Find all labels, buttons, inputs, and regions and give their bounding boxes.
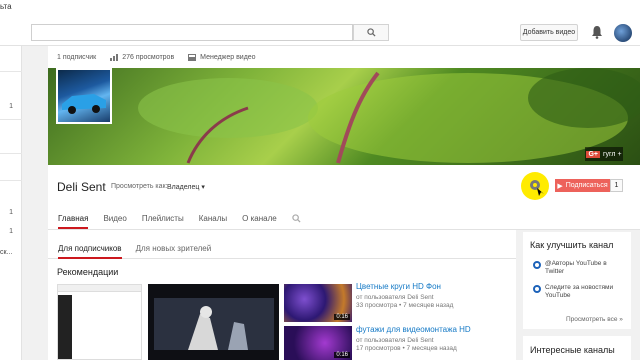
search-input[interactable] xyxy=(31,24,353,41)
radio-button[interactable] xyxy=(533,285,541,293)
divider xyxy=(0,71,22,72)
channel-title: Deli Sent xyxy=(57,180,106,194)
thumbnail-dark-edge xyxy=(58,295,72,359)
video-thumbnail[interactable]: 0:16 xyxy=(284,326,352,360)
video-scene xyxy=(148,284,279,360)
sidebar-count: 1 xyxy=(9,228,13,235)
video-author: от пользователя Deli Sent xyxy=(356,294,434,301)
sidebar-count: 1 xyxy=(9,209,13,216)
upload-video-button[interactable]: Добавить видео xyxy=(520,24,578,41)
tab-new-viewers[interactable]: Для новых зрителей xyxy=(136,239,212,258)
cursor-highlight xyxy=(521,172,549,200)
video-title-link[interactable]: футажи для видеомонтажа HD xyxy=(356,325,516,334)
channel-avatar[interactable] xyxy=(56,68,112,124)
subscribe-button[interactable]: ▶ Подписаться xyxy=(555,179,610,192)
video-thumbnail-large[interactable] xyxy=(57,284,142,360)
video-manager-link[interactable]: Менеджер видео xyxy=(188,53,256,61)
panel-title: Как улучшить канал xyxy=(530,240,614,250)
view-all-link[interactable]: Просмотреть все » xyxy=(566,316,623,323)
google-plus-link[interactable]: G+ гугл + xyxy=(585,147,623,161)
divider xyxy=(0,153,22,154)
divider xyxy=(0,119,22,120)
bar-chart-icon xyxy=(110,53,119,61)
notifications-bell-icon[interactable] xyxy=(591,25,603,39)
cut-off-title: ьта xyxy=(0,2,12,11)
video-duration: 0:16 xyxy=(334,352,350,358)
video-info: футажи для видеомонтажа HD от пользовате… xyxy=(356,325,516,352)
view-as-value: Владелец xyxy=(167,184,200,191)
video-title-link[interactable]: Цветные круги HD Фон xyxy=(356,282,516,291)
search-button[interactable] xyxy=(353,24,389,41)
play-icon: ▶ xyxy=(557,182,563,190)
section-title: Рекомендации xyxy=(57,267,119,277)
view-count-label: 276 просмотров xyxy=(122,53,175,61)
video-meta: 17 просмотров • 7 месяцев назад xyxy=(356,345,457,352)
video-info: Цветные круги HD Фон от пользователя Del… xyxy=(356,282,516,309)
view-as-label: Просмотреть как: xyxy=(111,183,168,190)
tab-channels[interactable]: Каналы xyxy=(199,214,227,223)
radio-button[interactable] xyxy=(533,261,541,269)
thumbnail-header xyxy=(58,285,141,292)
view-as-dropdown[interactable]: Владелец ▾ xyxy=(167,183,205,191)
video-meta: 33 просмотра • 7 месяцев назад xyxy=(356,302,454,309)
channel-tabs: Главная Видео Плейлисты Каналы О канале xyxy=(48,207,640,230)
google-plus-label: гугл + xyxy=(602,150,622,158)
suggestion-link[interactable]: Следите за новостями YouTube xyxy=(545,284,615,300)
search-icon[interactable] xyxy=(292,213,301,223)
subscriber-count[interactable]: 1 подписчик xyxy=(57,54,96,61)
channel-stats-bar: 1 подписчик 276 просмотров Менеджер виде… xyxy=(48,46,640,68)
divider xyxy=(0,180,22,181)
audience-tabs: Для подписчиков Для новых зрителей xyxy=(48,239,516,259)
view-count[interactable]: 276 просмотров xyxy=(110,53,175,61)
tab-subscribers[interactable]: Для подписчиков xyxy=(58,239,122,259)
suggestion-link[interactable]: @Авторы YouTube в Twitter xyxy=(545,260,615,276)
tab-playlists[interactable]: Плейлисты xyxy=(142,214,184,223)
tab-home[interactable]: Главная xyxy=(58,214,89,229)
video-manager-label: Менеджер видео xyxy=(200,53,256,61)
leaf-artwork xyxy=(138,68,640,164)
subscriber-count-badge: 1 xyxy=(610,179,623,192)
panel-title: Интересные каналы xyxy=(530,345,615,355)
car-artwork xyxy=(62,94,106,114)
chevron-down-icon: ▾ xyxy=(201,184,205,191)
subscribe-label: Подписаться xyxy=(565,182,608,189)
google-plus-icon: G+ xyxy=(586,150,600,158)
sidebar-count: 1 xyxy=(9,103,13,110)
tab-videos[interactable]: Видео xyxy=(103,214,126,223)
settings-gear-icon[interactable] xyxy=(521,172,549,200)
channel-banner xyxy=(48,68,640,165)
guide-sidebar: 1 1 1 ск... xyxy=(0,46,22,360)
sidebar-item-label[interactable]: ск... xyxy=(0,249,12,256)
video-player-preview[interactable] xyxy=(148,284,279,360)
video-author: от пользователя Deli Sent xyxy=(356,337,434,344)
tab-about[interactable]: О канале xyxy=(242,214,277,223)
video-thumbnail[interactable]: 0:16 xyxy=(284,284,352,322)
search-icon xyxy=(366,28,376,37)
video-duration: 0:16 xyxy=(334,314,350,320)
video-manager-icon xyxy=(188,53,197,61)
avatar[interactable] xyxy=(614,24,632,42)
